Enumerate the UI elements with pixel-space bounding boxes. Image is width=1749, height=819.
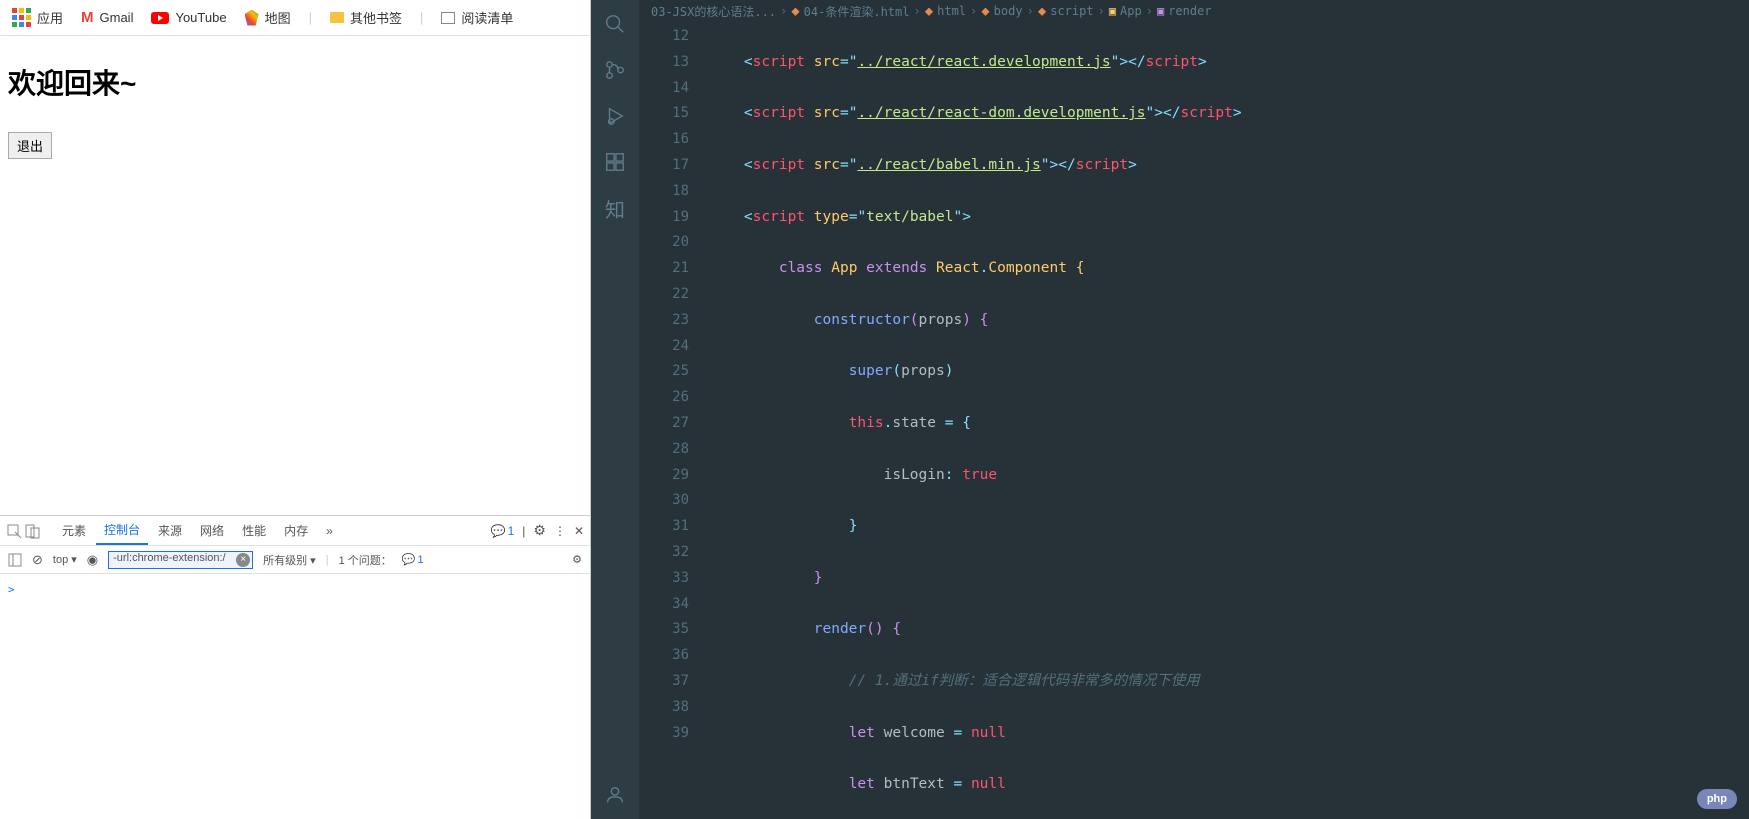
code-editor[interactable]: 1213141516171819202122232425262728293031… xyxy=(639,22,1749,819)
tab-network[interactable]: 网络 xyxy=(192,516,232,545)
devtools-panel: 元素 控制台 来源 网络 性能 内存 » 💬 1 | ⚙ ⋮ ✕ ⊘ top ▾… xyxy=(0,515,590,579)
php-badge: php xyxy=(1697,789,1737,809)
page-viewport: 欢迎回来~ 退出 xyxy=(0,36,590,284)
levels-selector[interactable]: 所有级别 ▾ xyxy=(263,552,316,568)
console-body[interactable]: > xyxy=(0,579,590,819)
welcome-heading: 欢迎回来~ xyxy=(8,62,582,102)
youtube-bookmark[interactable]: YouTube xyxy=(151,10,226,25)
tab-performance[interactable]: 性能 xyxy=(234,516,274,545)
close-icon[interactable]: ✕ xyxy=(574,524,584,538)
gmail-bookmark[interactable]: M Gmail xyxy=(81,9,133,26)
tab-more[interactable]: » xyxy=(318,516,341,545)
youtube-label: YouTube xyxy=(175,10,226,25)
maps-icon xyxy=(245,10,259,26)
readlist-label: 阅读清单 xyxy=(461,8,513,27)
other-label: 其他书签 xyxy=(350,8,402,27)
console-prompt: > xyxy=(8,583,15,596)
bc-html: ⬥ html xyxy=(925,4,966,19)
list-icon xyxy=(441,12,455,24)
filter-clear-icon[interactable]: × xyxy=(236,553,250,567)
logout-button[interactable]: 退出 xyxy=(8,132,52,159)
maps-bookmark[interactable]: 地图 xyxy=(245,8,291,27)
maps-label: 地图 xyxy=(265,8,291,27)
bc-body: ⬥ body xyxy=(981,4,1022,19)
folder-icon xyxy=(330,12,344,23)
gmail-icon: M xyxy=(81,9,94,26)
bookmark-bar: 应用 M Gmail YouTube 地图 | 其他书签 | 阅读清单 xyxy=(0,0,590,36)
zhihu-icon[interactable]: 知 xyxy=(603,196,627,220)
console-toolbar: ⊘ top ▾ ◉ -url:chrome-extension:/ × 所有级别… xyxy=(0,546,590,574)
tab-console[interactable]: 控制台 xyxy=(96,516,148,545)
inspect-icon[interactable] xyxy=(6,523,22,539)
toolbar-settings-icon[interactable]: ⚙ xyxy=(572,553,582,566)
apps-grid-icon xyxy=(12,8,31,27)
account-icon[interactable] xyxy=(603,783,627,807)
apps-shortcut[interactable]: 应用 xyxy=(12,8,63,27)
editor-area: 03-JSX的核心语法... › ⬥ 04-条件渲染.html › ⬥ html… xyxy=(639,0,1749,819)
extensions-icon[interactable] xyxy=(603,150,627,174)
code-lines[interactable]: <script src="../react/react.development.… xyxy=(709,22,1749,819)
search-icon[interactable] xyxy=(603,12,627,36)
messages-badge[interactable]: 💬 1 xyxy=(491,524,515,538)
dots-icon[interactable]: ⋮ xyxy=(554,524,566,538)
device-icon[interactable] xyxy=(24,523,40,539)
context-selector[interactable]: top ▾ xyxy=(53,553,77,566)
bc-folder: 03-JSX的核心语法... xyxy=(651,3,776,20)
bc-file: ⬥ 04-条件渲染.html xyxy=(791,3,909,20)
vscode-pane: 知 03-JSX的核心语法... › ⬥ 04-条件渲染.html › ⬥ ht… xyxy=(591,0,1749,819)
filter-input[interactable]: -url:chrome-extension:/ × xyxy=(108,551,253,569)
sidebar-toggle-icon[interactable] xyxy=(8,553,22,567)
source-control-icon[interactable] xyxy=(603,58,627,82)
browser-pane: 应用 M Gmail YouTube 地图 | 其他书签 | 阅读清单 欢迎回来… xyxy=(0,0,591,819)
clear-icon[interactable]: ⊘ xyxy=(32,552,43,568)
bc-app: ▣ App xyxy=(1109,4,1142,18)
bc-render: ▣ render xyxy=(1157,4,1212,18)
run-debug-icon[interactable] xyxy=(603,104,627,128)
issues-label: 1 个问题： xyxy=(339,552,392,568)
devtools-tabbar: 元素 控制台 来源 网络 性能 内存 » 💬 1 | ⚙ ⋮ ✕ xyxy=(0,516,590,546)
youtube-icon xyxy=(151,12,169,24)
apps-label: 应用 xyxy=(37,8,63,27)
live-expr-icon[interactable]: ◉ xyxy=(87,552,98,568)
activity-bar: 知 xyxy=(591,0,639,819)
line-gutter: 1213141516171819202122232425262728293031… xyxy=(639,22,709,819)
gmail-label: Gmail xyxy=(100,10,134,25)
reading-list[interactable]: 阅读清单 xyxy=(441,8,513,27)
settings-icon[interactable]: ⚙ xyxy=(533,522,546,539)
issues-count[interactable]: 💬 1 xyxy=(402,553,424,566)
tab-sources[interactable]: 来源 xyxy=(150,516,190,545)
bc-script: ⬥ script xyxy=(1038,4,1094,19)
other-bookmarks[interactable]: 其他书签 xyxy=(330,8,402,27)
breadcrumb[interactable]: 03-JSX的核心语法... › ⬥ 04-条件渲染.html › ⬥ html… xyxy=(639,0,1749,22)
tab-elements[interactable]: 元素 xyxy=(54,516,94,545)
tab-memory[interactable]: 内存 xyxy=(276,516,316,545)
